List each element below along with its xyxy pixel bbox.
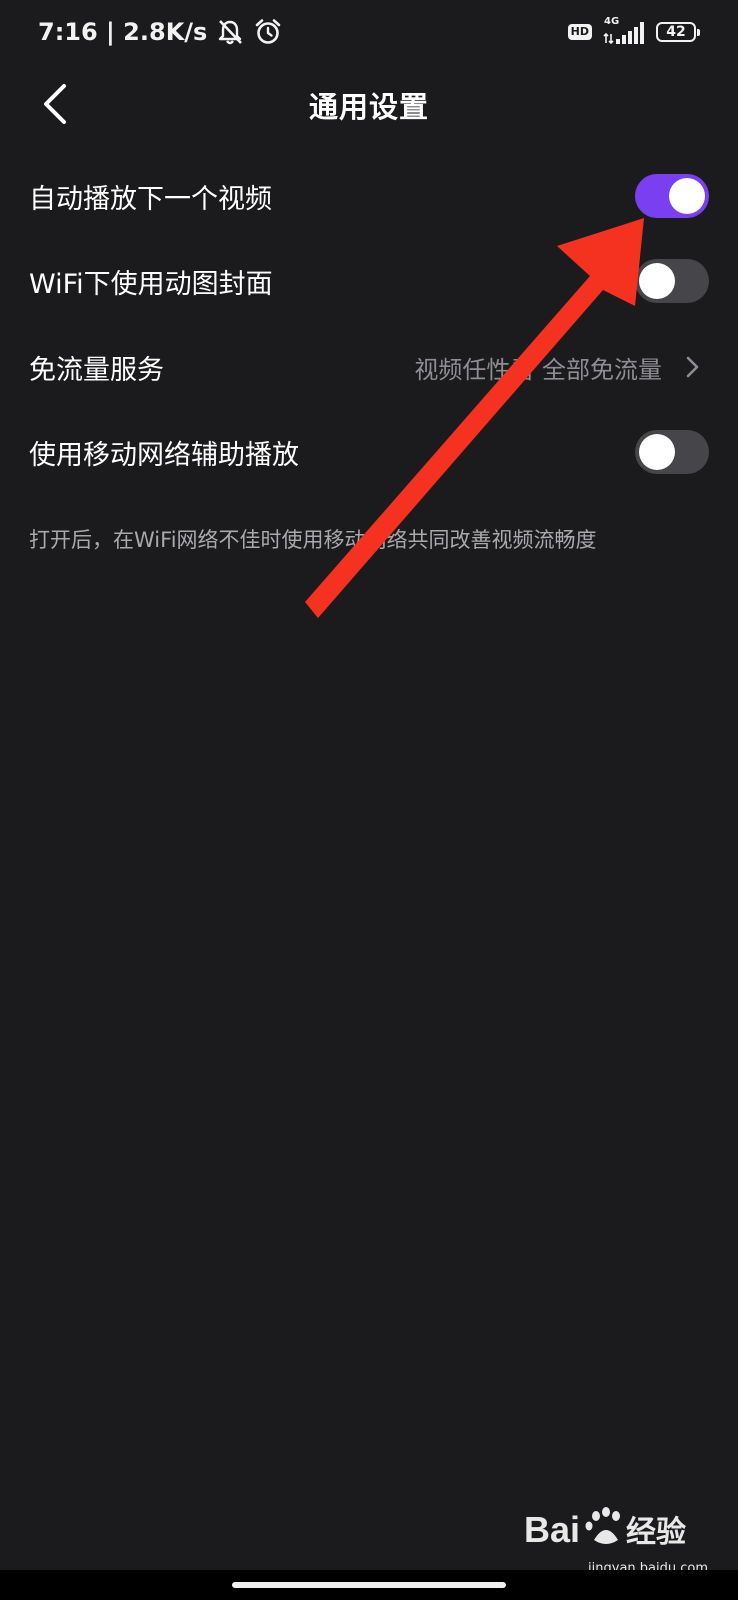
signal-icon: 4G <box>602 16 646 45</box>
setting-free-data-service-label: 免流量服务 <box>29 355 164 386</box>
autoplay-next-toggle[interactable] <box>635 174 709 218</box>
battery-level: 42 <box>666 24 686 40</box>
toggle-knob <box>669 178 705 214</box>
status-bar: 7:16 | 2.8K/s HD 4G 42 <box>0 0 738 62</box>
wifi-animated-cover-toggle[interactable] <box>635 259 709 303</box>
hd-badge: HD <box>567 24 592 40</box>
system-nav-bar <box>0 1570 738 1600</box>
setting-mobile-assist-playback-label: 使用移动网络辅助播放 <box>29 440 299 471</box>
setting-free-data-service[interactable]: 免流量服务 视频任性看 全部免流量 <box>0 324 738 410</box>
bell-off-icon <box>215 17 245 47</box>
page-title: 通用设置 <box>308 90 429 124</box>
chevron-right-icon <box>686 356 699 378</box>
toggle-knob <box>639 434 675 470</box>
baidu-paw-logo: Bai 经验 <box>524 1507 686 1550</box>
battery-indicator: 42 <box>656 22 700 42</box>
toggle-knob <box>639 263 675 299</box>
home-indicator[interactable] <box>232 1582 506 1588</box>
svg-text:Bai: Bai <box>524 1509 580 1550</box>
setting-autoplay-next-label: 自动播放下一个视频 <box>29 184 272 215</box>
settings-screen: 7:16 | 2.8K/s HD 4G 42 通用设置 自动播放下一个视频 Wi… <box>0 0 738 1600</box>
status-left: 7:16 | 2.8K/s <box>38 14 283 50</box>
setting-mobile-assist-playback: 使用移动网络辅助播放 <box>0 409 738 495</box>
status-time-speed: 7:16 | 2.8K/s <box>38 18 208 46</box>
free-data-service-value: 视频任性看 全部免流量 <box>414 356 662 384</box>
setting-autoplay-next: 自动播放下一个视频 <box>0 153 738 239</box>
mobile-assist-hint: 打开后，在WiFi网络不佳时使用移动网络共同改善视频流畅度 <box>29 528 597 552</box>
header: 通用设置 <box>0 62 738 146</box>
status-right: HD 4G 42 <box>567 16 700 46</box>
setting-wifi-animated-cover: WiFi下使用动图封面 <box>0 238 738 324</box>
baidu-watermark: Bai 经验 <box>524 1500 704 1556</box>
svg-text:经验: 经验 <box>626 1515 686 1550</box>
setting-wifi-animated-cover-label: WiFi下使用动图封面 <box>29 269 273 300</box>
mobile-assist-playback-toggle[interactable] <box>635 430 709 474</box>
alarm-clock-icon <box>253 17 283 47</box>
